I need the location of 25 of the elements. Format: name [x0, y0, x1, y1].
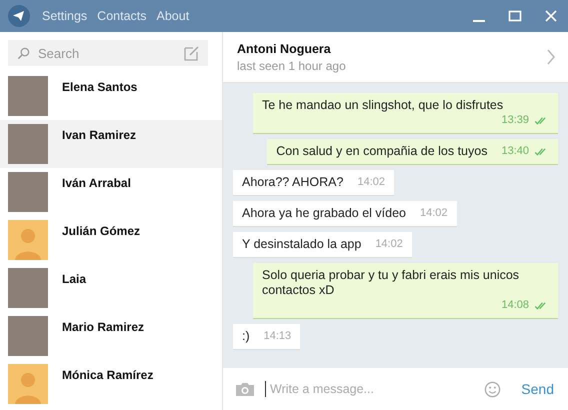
- message-text: Ahora?? AHORA?: [242, 175, 344, 190]
- contact-name: Antoni Noguera: [237, 42, 332, 56]
- message-text: Ahora ya he grabado el vídeo: [242, 206, 406, 221]
- message-time: 14:02: [375, 237, 403, 252]
- message-text: :): [242, 329, 250, 344]
- message-text: Con salud y en compañia de los tuyos: [276, 144, 488, 159]
- message-time: 14:08: [501, 298, 529, 313]
- contact-item[interactable]: Ivan Ramirez: [0, 120, 222, 168]
- last-seen-status: last seen 1 hour ago: [237, 58, 347, 72]
- message-text: Y desinstalado la app: [242, 237, 362, 252]
- contact-item[interactable]: Elena Santos: [0, 72, 222, 120]
- contact-item[interactable]: Laia: [0, 264, 222, 312]
- message-text: Te he mandao un slingshot, que lo disfrutes: [262, 98, 504, 113]
- message-time: 14:13: [264, 329, 292, 344]
- search-field[interactable]: Search: [8, 40, 208, 66]
- message-time: 13:39: [501, 113, 529, 128]
- message-time: 14:02: [420, 206, 448, 221]
- contact-item[interactable]: Julián Gómez: [0, 216, 222, 264]
- message-time: 13:40: [501, 144, 529, 159]
- message-text: Solo queria probar y tu y fabri erais mis unicos contactos xD: [262, 268, 520, 298]
- contact-item[interactable]: Mario Ramirez: [0, 312, 222, 360]
- message-time: 14:02: [357, 175, 385, 190]
- contact-item[interactable]: Mónica Ramírez: [0, 360, 222, 408]
- contact-item[interactable]: Iván Arrabal: [0, 168, 222, 216]
- chat-header[interactable]: Antoni Noguera last seen 1 hour ago: [223, 32, 568, 83]
